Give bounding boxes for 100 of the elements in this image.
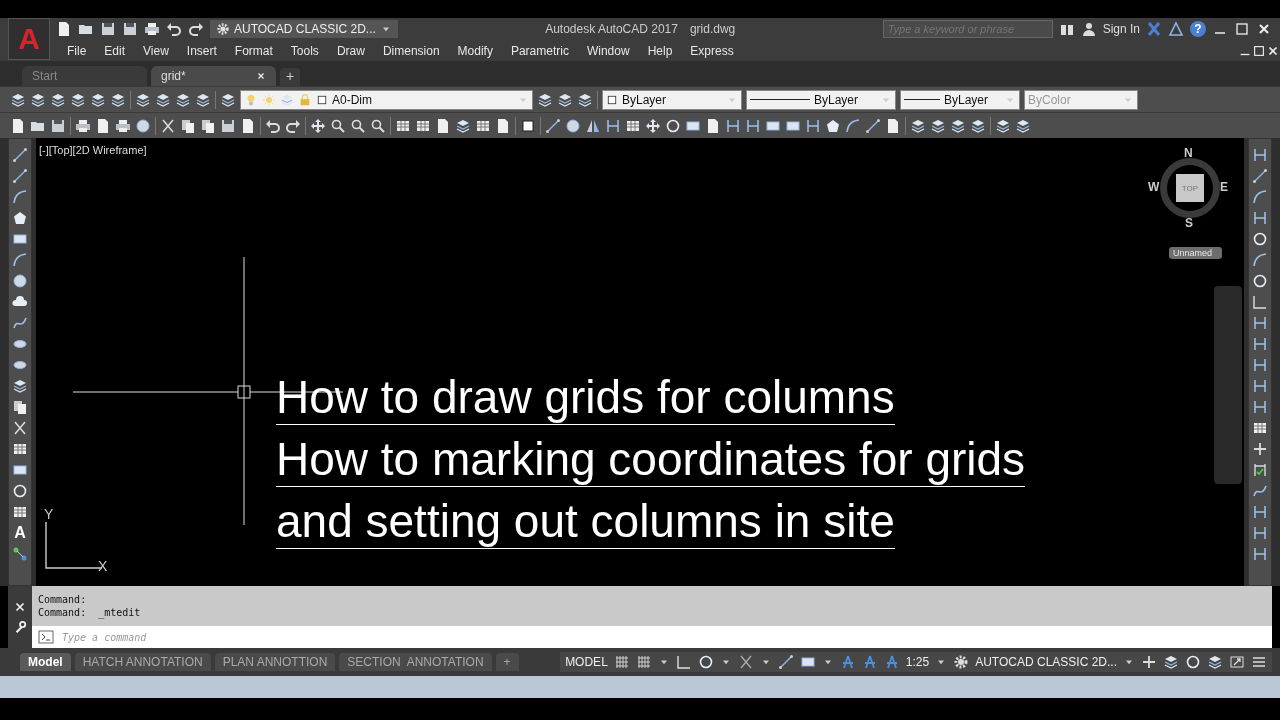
dimension-icon[interactable]: [605, 117, 621, 134]
four-arrow-icon[interactable]: [645, 117, 661, 134]
command-line-field[interactable]: Type a command: [32, 626, 1272, 648]
stacked-sheets-icon[interactable]: [1015, 117, 1031, 134]
rectangle-icon[interactable]: [12, 231, 28, 247]
stacked-sheets-icon[interactable]: [950, 117, 966, 134]
wave-icon[interactable]: [12, 315, 28, 331]
stacked-sheets-icon[interactable]: [70, 91, 86, 108]
stacked-sheets-icon[interactable]: [90, 91, 106, 108]
menu-item[interactable]: File: [58, 43, 96, 58]
plus-icon[interactable]: [1252, 441, 1268, 457]
arc-icon[interactable]: [845, 117, 861, 134]
four-arrow-icon[interactable]: [310, 117, 326, 134]
dimension-icon[interactable]: [1252, 147, 1268, 163]
north-label[interactable]: N: [1184, 146, 1193, 160]
rectangle-icon[interactable]: [12, 462, 28, 478]
curved-arrow-icon[interactable]: [166, 21, 182, 37]
view-name-dropdown[interactable]: Unnamed: [1168, 247, 1222, 259]
stacked-sheets-icon[interactable]: [910, 117, 926, 134]
angle-icon[interactable]: [1252, 294, 1268, 310]
new-tab-button[interactable]: +: [280, 68, 301, 86]
expand-arrows-icon[interactable]: [1229, 654, 1245, 670]
maximize-icon[interactable]: [1234, 21, 1250, 37]
point-icon[interactable]: [12, 546, 28, 562]
stacked-sheets-icon[interactable]: [220, 91, 236, 108]
angle-icon[interactable]: [675, 654, 692, 670]
printer-icon[interactable]: [144, 21, 160, 37]
copy-icon[interactable]: [200, 117, 216, 134]
grid-icon[interactable]: [613, 654, 630, 670]
gear-icon[interactable]: [953, 654, 970, 670]
triangle-icon[interactable]: [1168, 21, 1184, 37]
line-icon[interactable]: [777, 654, 794, 670]
help-button[interactable]: ?: [1190, 21, 1206, 37]
dimension-icon[interactable]: [1252, 378, 1268, 394]
dimension-icon[interactable]: [1252, 462, 1268, 478]
stacked-sheets-icon[interactable]: [930, 117, 946, 134]
page-icon[interactable]: [495, 117, 511, 134]
menu-item[interactable]: Tools: [281, 43, 328, 58]
curved-arrow-icon[interactable]: [285, 117, 301, 134]
arc-icon[interactable]: [12, 189, 28, 205]
menu-item[interactable]: Insert: [177, 43, 226, 58]
scissors-icon[interactable]: [160, 117, 176, 134]
dimension-icon[interactable]: [1252, 525, 1268, 541]
grid-icon[interactable]: [635, 654, 652, 670]
stacked-sheets-icon[interactable]: [12, 378, 28, 394]
viewport-label[interactable]: [-][Top][2D Wireframe]: [39, 144, 147, 156]
dimension-icon[interactable]: [1252, 315, 1268, 331]
menu-item[interactable]: Help: [638, 43, 682, 58]
wave-icon[interactable]: [1252, 483, 1268, 499]
plus-icon[interactable]: [1141, 654, 1157, 670]
stacked-sheets-icon[interactable]: [110, 91, 126, 108]
model-space-button[interactable]: MODEL: [565, 655, 608, 669]
dimension-icon[interactable]: [1252, 504, 1268, 520]
stacked-sheets-icon[interactable]: [557, 91, 573, 108]
menu-item[interactable]: Modify: [448, 43, 502, 58]
circle-icon[interactable]: [12, 273, 28, 289]
square-icon[interactable]: [520, 117, 536, 134]
table-icon[interactable]: [12, 441, 28, 457]
sign-in-link[interactable]: Sign In: [1102, 22, 1140, 36]
magnifier-icon[interactable]: [370, 117, 386, 134]
stacked-sheets-icon[interactable]: [175, 91, 191, 108]
workspace-dropdown[interactable]: AUTOCAD CLASSIC 2D...: [210, 20, 398, 38]
dimension-icon[interactable]: [745, 117, 761, 134]
page-icon[interactable]: [435, 117, 451, 134]
pentagon-icon[interactable]: [825, 117, 841, 134]
magnifier-icon[interactable]: [350, 117, 366, 134]
scissors-icon[interactable]: [12, 420, 28, 436]
layout-tab[interactable]: PLAN ANNOTTION: [214, 653, 336, 671]
copy-icon[interactable]: [12, 399, 28, 415]
linetype-dropdown[interactable]: ByLayer: [746, 89, 896, 110]
menu-item[interactable]: Express: [681, 43, 743, 58]
copy-icon[interactable]: [180, 117, 196, 134]
stacked-sheets-icon[interactable]: [1163, 654, 1179, 670]
stacked-sheets-icon[interactable]: [30, 91, 46, 108]
stacked-sheets-icon[interactable]: [135, 91, 151, 108]
menu-icon[interactable]: [1251, 654, 1267, 670]
stacked-sheets-icon[interactable]: [577, 91, 593, 108]
person-icon[interactable]: [1080, 21, 1097, 37]
menu-item[interactable]: Window: [577, 43, 639, 58]
dimension-icon[interactable]: [1252, 357, 1268, 373]
add-layout-button[interactable]: +: [495, 653, 519, 671]
page-icon[interactable]: [885, 117, 901, 134]
west-label[interactable]: W: [1148, 180, 1160, 194]
color-dropdown[interactable]: ByLayer: [602, 89, 742, 110]
page-icon[interactable]: [240, 117, 256, 134]
stacked-sheets-icon[interactable]: [50, 91, 66, 108]
page-icon[interactable]: [56, 21, 72, 37]
annotation-scale-button[interactable]: 1:25: [905, 655, 930, 669]
line-icon[interactable]: [12, 147, 28, 163]
pentagon-icon[interactable]: [12, 210, 28, 226]
stacked-sheets-icon[interactable]: [10, 91, 26, 108]
line-icon[interactable]: [12, 168, 28, 184]
arc-icon[interactable]: [1252, 252, 1268, 268]
dimension-icon[interactable]: [725, 117, 741, 134]
menu-item[interactable]: Draw: [327, 43, 374, 58]
layout-tab[interactable]: HATCH ANNOTATION: [74, 653, 211, 671]
layout-tab[interactable]: Model: [20, 653, 71, 671]
stacked-sheets-icon[interactable]: [970, 117, 986, 134]
dimension-icon[interactable]: [1252, 210, 1268, 226]
table-icon[interactable]: [12, 504, 28, 520]
